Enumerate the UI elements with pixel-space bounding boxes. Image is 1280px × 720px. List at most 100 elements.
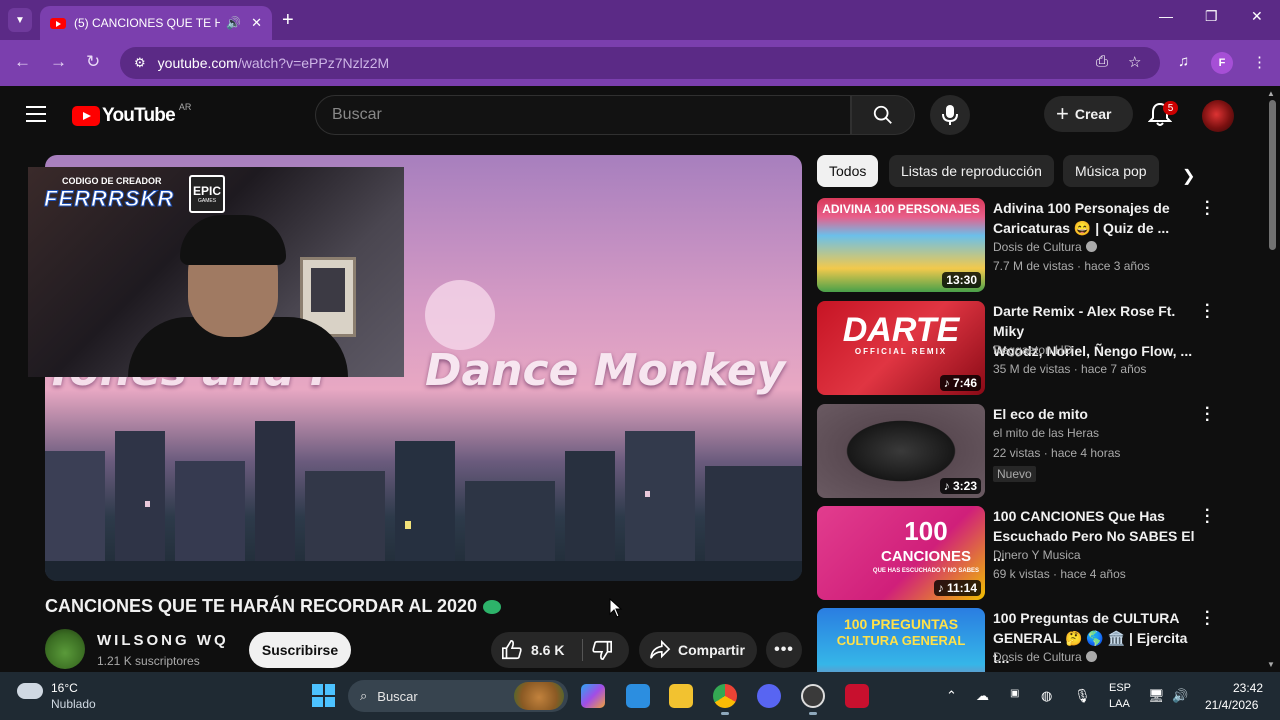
account-avatar[interactable] — [1202, 100, 1234, 132]
search-button[interactable] — [851, 95, 915, 135]
bookmark-star-icon[interactable]: ☆ — [1128, 53, 1141, 71]
video-thumbnail[interactable]: ADIVINA 100 PERSONAJES 13:30 — [817, 198, 985, 292]
thumbs-up-icon — [502, 640, 522, 660]
menu-hamburger-icon[interactable] — [26, 106, 46, 127]
browser-tab-active[interactable]: (5) CANCIONES QUE TE HA 🔊 ✕ — [40, 6, 272, 40]
tab-close-icon[interactable]: ✕ — [251, 15, 262, 31]
speaker-icon[interactable]: 🔊 — [226, 16, 241, 30]
title-line-1: Adivina 100 Personajes de — [993, 200, 1170, 216]
more-options-icon[interactable]: · · · — [1205, 298, 1210, 326]
recommendation-meta: 69 k vistas · hace 4 años — [993, 567, 1126, 581]
notepad-icon[interactable] — [626, 684, 650, 708]
search-icon — [873, 105, 892, 124]
video-thumbnail[interactable]: 100 PREGUNTAS CULTURA GENERAL — [817, 608, 985, 672]
dislike-button[interactable] — [591, 639, 613, 666]
obs-icon[interactable] — [801, 684, 825, 708]
tab-search-button[interactable]: ▼ — [8, 8, 32, 32]
video-thumbnail[interactable]: ♪ 3:23 — [817, 404, 985, 498]
share-arrow-icon — [650, 640, 671, 659]
share-button[interactable]: Compartir — [639, 632, 757, 668]
restore-button[interactable]: ❐ — [1205, 8, 1218, 25]
more-options-icon[interactable]: · · · — [1205, 608, 1210, 633]
file-explorer-icon[interactable] — [669, 684, 693, 708]
chip-musica-pop[interactable]: Música pop — [1063, 155, 1159, 187]
create-button[interactable]: + Crear — [1044, 96, 1133, 132]
chevron-right-icon[interactable]: ❯ — [1182, 166, 1195, 186]
keyboard-layout[interactable]: LAA — [1109, 698, 1130, 710]
epic-tray-icon[interactable]: ▣ — [1010, 688, 1019, 699]
cloud-icon[interactable] — [17, 683, 43, 699]
youtube-play-icon — [72, 106, 100, 126]
title-line-2: Caricaturas 😄 | Quiz de ... — [993, 220, 1170, 236]
steam-icon[interactable]: ◍ — [1041, 688, 1052, 704]
clock-time[interactable]: 23:42 — [1233, 681, 1263, 695]
back-button[interactable]: ← — [14, 52, 31, 72]
forward-button[interactable]: → — [50, 52, 67, 72]
language-code[interactable]: ESP — [1109, 682, 1131, 694]
more-actions-button[interactable]: ••• — [766, 632, 802, 668]
app-red-icon[interactable] — [845, 684, 869, 708]
profile-avatar[interactable]: F — [1211, 52, 1233, 74]
recommendation-item[interactable]: ♪ 3:23 El eco de mito el mito de las Her… — [817, 401, 1257, 499]
chip-listas[interactable]: Listas de reproducción — [889, 155, 1054, 187]
taskbar-search-label: Buscar — [377, 688, 418, 704]
recommendation-item[interactable]: DARTE OFFICIAL REMIX ♪ 7:46 Darte Remix … — [817, 298, 1257, 396]
recommendation-item[interactable]: 100 PREGUNTAS CULTURA GENERAL 100 Pregun… — [817, 608, 1257, 672]
install-app-icon[interactable]: ⎙ — [1096, 53, 1108, 70]
recommendation-title: Adivina 100 Personajes de Caricaturas 😄 … — [993, 198, 1205, 238]
copilot-icon[interactable] — [581, 684, 605, 708]
scroll-up-arrow-icon[interactable]: ▲ — [1267, 89, 1275, 98]
like-button[interactable]: 8.6 K — [501, 632, 564, 668]
recommendation-item[interactable]: ADIVINA 100 PERSONAJES 13:30 Adivina 100… — [817, 195, 1257, 293]
creator-code-label: CODIGO DE CREADOR — [62, 176, 162, 186]
network-icon[interactable]: 🖥 — [1148, 688, 1165, 704]
weather-temperature[interactable]: 16°C — [51, 681, 78, 695]
chrome-icon[interactable] — [713, 684, 737, 708]
youtube-logo[interactable]: YouTube AR — [72, 102, 191, 127]
tray-overflow-icon[interactable]: ⌃ — [946, 688, 957, 704]
chip-todos[interactable]: Todos — [817, 155, 879, 187]
creator-code: FERRRSKR — [43, 186, 175, 212]
thumb-text: ADIVINA 100 PERSONAJES — [822, 202, 980, 216]
onedrive-icon[interactable]: ☁ — [976, 688, 989, 704]
logo-text: YouTube — [102, 105, 176, 126]
more-options-icon[interactable]: · · · — [1205, 401, 1210, 429]
search-highlight-image — [514, 682, 564, 710]
browser-menu-icon[interactable]: ⋮ — [1252, 53, 1267, 71]
title-line-1: El eco de mito — [993, 406, 1088, 422]
scroll-down-arrow-icon[interactable]: ▼ — [1267, 660, 1275, 669]
mouse-cursor-icon — [609, 598, 623, 618]
discord-icon[interactable] — [757, 684, 781, 708]
epic-games-logo: EPIC GAMES — [189, 175, 225, 213]
new-badge: Nuevo — [993, 466, 1036, 482]
channel-name[interactable]: WILSONG WQ — [97, 632, 229, 649]
clock-date[interactable]: 21/4/2026 — [1205, 698, 1258, 712]
more-options-icon[interactable]: · · · — [1205, 195, 1210, 223]
media-control-icon[interactable]: ♫ — [1178, 53, 1189, 70]
verified-check-icon — [1085, 651, 1097, 662]
epic-sub: GAMES — [197, 197, 217, 204]
channel-avatar[interactable] — [45, 629, 85, 669]
like-dislike-group: 8.6 K — [491, 632, 629, 668]
new-tab-button[interactable]: + — [282, 9, 294, 32]
video-thumbnail[interactable]: DARTE OFFICIAL REMIX ♪ 7:46 — [817, 301, 985, 395]
close-window-button[interactable]: ✕ — [1251, 8, 1263, 25]
search-input[interactable]: Buscar — [315, 95, 851, 135]
address-bar[interactable]: ⚙ youtube.com/watch?v=ePPz7Nzlz2M — [120, 47, 1160, 79]
site-info-icon[interactable]: ⚙ — [134, 55, 146, 71]
reload-button[interactable]: ↻ — [86, 52, 100, 72]
scrollbar-thumb[interactable] — [1269, 100, 1276, 250]
person-hair — [180, 215, 286, 265]
search-icon: ⌕ — [360, 688, 368, 703]
video-thumbnail[interactable]: 100 CANCIONES QUE HAS ESCUCHADO Y NO SAB… — [817, 506, 985, 600]
voice-search-button[interactable] — [930, 95, 970, 135]
microphone-tray-icon[interactable]: 🎙 — [1074, 688, 1091, 704]
volume-icon[interactable]: 🔊 — [1172, 688, 1188, 704]
recommendation-item[interactable]: 100 CANCIONES QUE HAS ESCUCHADO Y NO SAB… — [817, 503, 1257, 601]
minimize-button[interactable]: — — [1159, 8, 1173, 24]
recommendation-channel: Dinero Y Musica — [993, 548, 1081, 562]
more-options-icon[interactable]: · · · — [1205, 503, 1210, 531]
subscribe-button[interactable]: Suscribirse — [249, 632, 351, 668]
weather-condition[interactable]: Nublado — [51, 697, 96, 711]
windows-start-icon[interactable] — [312, 684, 335, 707]
